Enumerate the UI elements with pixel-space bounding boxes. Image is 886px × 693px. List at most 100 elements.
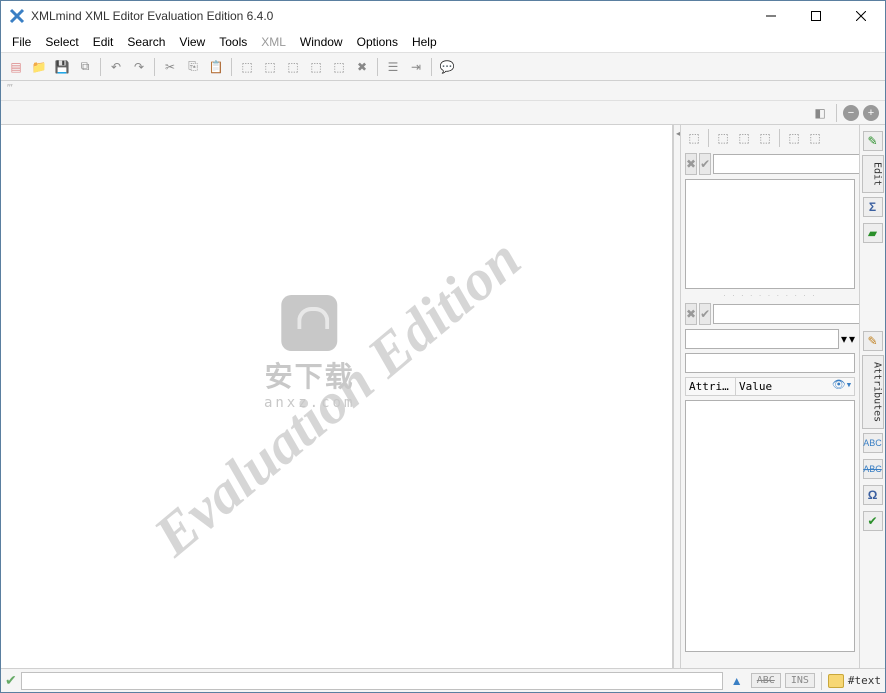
edit-input[interactable]: [713, 154, 863, 174]
insert-after-icon[interactable]: ⬚: [283, 57, 303, 77]
toolbar-sep: [377, 58, 378, 76]
menu-file[interactable]: File: [5, 33, 38, 51]
menu-view[interactable]: View: [172, 33, 212, 51]
insert-before-icon[interactable]: ⬚: [685, 129, 703, 147]
menu-window[interactable]: Window: [293, 33, 350, 51]
expand-icon[interactable]: +: [863, 105, 879, 121]
insert-icon[interactable]: ⬚: [260, 57, 280, 77]
breadcrumb-bar: ′′′: [1, 81, 885, 101]
attr-filter-input[interactable]: [685, 353, 855, 373]
attr-col-value[interactable]: Value: [736, 378, 830, 395]
text-tool-icon[interactable]: ▰: [863, 223, 883, 243]
comment-icon[interactable]: 💬: [437, 57, 457, 77]
tab-attributes[interactable]: Attributes: [862, 355, 884, 429]
horizontal-splitter[interactable]: · · · · · · · · · · ·: [681, 291, 859, 301]
copy-icon[interactable]: ⎘: [183, 57, 203, 77]
replace-icon[interactable]: ⬚: [306, 57, 326, 77]
save-all-icon[interactable]: ⧉: [75, 57, 95, 77]
redo-icon[interactable]: ↷: [129, 57, 149, 77]
attr-name-input[interactable]: [713, 304, 863, 324]
visibility-icon[interactable]: 👁▾: [830, 378, 854, 395]
pin-icon[interactable]: ◧: [810, 103, 830, 123]
cancel-attr-button[interactable]: ✖: [685, 303, 697, 325]
wrap-icon[interactable]: ⬚: [329, 57, 349, 77]
spellcheck-strike-icon[interactable]: ABC: [863, 459, 883, 479]
delete-icon[interactable]: ✖: [352, 57, 372, 77]
toolbar-sep: [231, 58, 232, 76]
cut-icon[interactable]: ✂: [160, 57, 180, 77]
abc-button[interactable]: ABC: [751, 673, 781, 688]
attributes-tool-icon[interactable]: ✎: [863, 331, 883, 351]
attr-dropdown-1[interactable]: ▾: [841, 332, 847, 346]
insert-after-icon[interactable]: ⬚: [735, 129, 753, 147]
watermark-cn: 安下载: [264, 355, 355, 395]
edit-tool-icon[interactable]: ✎: [863, 131, 883, 151]
toolbar-sep: [100, 58, 101, 76]
app-icon: [9, 8, 25, 24]
statusbar: ✔ ▲ ABC INS #text: [1, 668, 885, 692]
menu-options[interactable]: Options: [350, 33, 405, 51]
new-file-icon[interactable]: ▤: [6, 57, 26, 77]
menu-search[interactable]: Search: [120, 33, 172, 51]
ins-button[interactable]: INS: [785, 673, 815, 688]
sigma-icon[interactable]: Σ: [863, 197, 883, 217]
validity-check-icon[interactable]: ✔: [5, 672, 17, 689]
minimize-button[interactable]: [748, 2, 793, 30]
edit-input-row: ✖ ✔: [681, 151, 859, 177]
lock-icon: [282, 295, 338, 351]
attr-col-name[interactable]: Attri…: [686, 378, 736, 395]
apply-button[interactable]: ✔: [699, 153, 711, 175]
maximize-button[interactable]: [793, 2, 838, 30]
attr-value-input[interactable]: [685, 329, 839, 349]
center-watermark: 安下载 anxz.com: [264, 295, 355, 411]
check-tool-icon[interactable]: ✔: [863, 511, 883, 531]
attr-value-row: ▾ ▾: [681, 327, 859, 351]
insert-icon[interactable]: ⬚: [714, 129, 732, 147]
titlebar: XMLmind XML Editor Evaluation Edition 6.…: [1, 1, 885, 31]
close-button[interactable]: [838, 2, 883, 30]
open-folder-icon[interactable]: 📁: [29, 57, 49, 77]
insert-before-icon[interactable]: ⬚: [237, 57, 257, 77]
menu-select[interactable]: Select: [38, 33, 85, 51]
folder-icon[interactable]: [828, 674, 844, 688]
attr-table-header: Attri… Value 👁▾: [685, 377, 855, 396]
up-arrow-icon[interactable]: ▲: [727, 671, 747, 691]
split-icon[interactable]: ⬚: [806, 129, 824, 147]
status-node-type: #text: [848, 674, 881, 687]
window-title: XMLmind XML Editor Evaluation Edition 6.…: [31, 9, 748, 23]
attr-filter-row: [681, 351, 859, 375]
replace-icon[interactable]: ⬚: [756, 129, 774, 147]
side-tabs: ✎ Edit Σ ▰ ✎ Attributes ABC ABC Ω ✔: [859, 125, 885, 668]
wrap-icon[interactable]: ⬚: [785, 129, 803, 147]
menu-help[interactable]: Help: [405, 33, 444, 51]
menubar: File Select Edit Search View Tools XML W…: [1, 31, 885, 53]
attr-input-row: ✖ ✔: [681, 301, 859, 327]
watermark-en: anxz.com: [264, 395, 355, 411]
menu-tools[interactable]: Tools: [212, 33, 254, 51]
tab-edit[interactable]: Edit: [862, 155, 884, 193]
menu-edit[interactable]: Edit: [86, 33, 121, 51]
format-icon[interactable]: ⇥: [406, 57, 426, 77]
attr-dropdown-2[interactable]: ▾: [849, 332, 855, 346]
edit-list[interactable]: [685, 179, 855, 289]
undo-icon[interactable]: ↶: [106, 57, 126, 77]
omega-icon[interactable]: Ω: [863, 485, 883, 505]
node-path-field[interactable]: [21, 672, 723, 690]
edit-panel-toolbar: ⬚ ⬚ ⬚ ⬚ ⬚ ⬚: [681, 125, 859, 151]
editor-pane[interactable]: Evaluation Edition 安下载 anxz.com: [1, 125, 673, 668]
apply-attr-button[interactable]: ✔: [699, 303, 711, 325]
paste-icon[interactable]: 📋: [206, 57, 226, 77]
collapse-icon[interactable]: −: [843, 105, 859, 121]
spellcheck-icon[interactable]: ABC: [863, 433, 883, 453]
save-icon[interactable]: 💾: [52, 57, 72, 77]
main-toolbar: ▤ 📁 💾 ⧉ ↶ ↷ ✂ ⎘ 📋 ⬚ ⬚ ⬚ ⬚ ⬚ ✖ ☰ ⇥ 💬: [1, 53, 885, 81]
right-panel: ⬚ ⬚ ⬚ ⬚ ⬚ ⬚ ✖ ✔ · · · · · · · · · · · ✖ …: [681, 125, 859, 668]
cancel-button[interactable]: ✖: [685, 153, 697, 175]
toolbar-sep: [836, 104, 837, 122]
watermark: Evaluation Edition: [140, 224, 532, 568]
attr-list[interactable]: [685, 400, 855, 652]
toolbar-sep: [154, 58, 155, 76]
list-icon[interactable]: ☰: [383, 57, 403, 77]
vertical-splitter[interactable]: ◂: [673, 125, 681, 668]
menu-xml[interactable]: XML: [254, 33, 293, 51]
